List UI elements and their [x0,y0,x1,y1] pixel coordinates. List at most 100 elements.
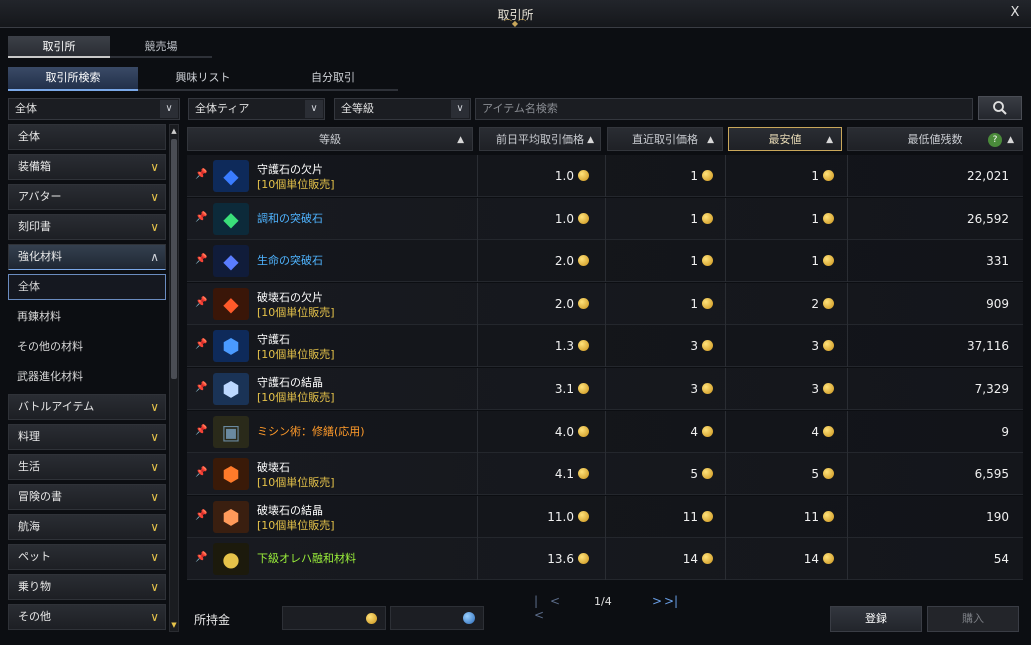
buy-button[interactable]: 購入 [927,606,1019,632]
sidebar-item[interactable]: その他 ∨ [8,604,166,630]
lowest-price-cell: 2 [725,282,844,325]
item-search-input[interactable]: アイテム名検索 [475,98,973,120]
avg-price: 1.3 [554,339,574,354]
header-recent-price[interactable]: 直近取引価格 ▲ [607,127,723,151]
item-icon-glyph: ◆ [223,249,239,274]
pin-icon[interactable]: 📌 [195,382,207,393]
item-icon-glyph: ▣ [221,419,241,444]
pin-icon[interactable]: 📌 [195,297,207,308]
avg-price-cell: 13.6 [477,538,599,581]
sidebar-item[interactable]: 乗り物 ∨ [8,574,166,600]
recent-price-cell: 1 [605,197,723,240]
sidebar-item[interactable]: 全体 [8,124,166,150]
gold-coin-icon [823,170,834,181]
tier-dropdown[interactable]: 全体ティア ∨ [188,98,325,120]
recent-price-cell: 14 [605,538,723,581]
lowest-price-cell: 1 [725,197,844,240]
gold-balance [282,606,386,630]
sidebar-item[interactable]: バトルアイテム ∨ [8,394,166,420]
item-name: 下級オレハ融和材料 [257,551,356,566]
item-name-label: 下級オレハ融和材料 [257,552,356,566]
sidebar-item[interactable]: 生活 ∨ [8,454,166,480]
sidebar-item[interactable]: 強化材料 ∧ [8,244,166,270]
item-name: 破壊石 [10個単位販売] [257,460,335,490]
scroll-up-icon[interactable]: ▲ [170,126,178,136]
sidebar-item[interactable]: アバター ∨ [8,184,166,210]
header-avg-price[interactable]: 前日平均取引価格 ▲ [479,127,601,151]
lowest-stock: 6,595 [974,467,1009,482]
pin-icon[interactable]: 📌 [195,552,207,563]
gold-coin-icon [823,297,834,309]
lowest-price-cell: 4 [725,410,844,453]
item-icon-glyph: ◆ [223,164,239,188]
close-button[interactable]: X [1007,5,1023,21]
header-lowest-price[interactable]: 最安値 ▲ [728,127,842,151]
sidebar-subitem[interactable]: 再錬材料 [8,304,166,330]
avg-price: 2.0 [554,296,574,311]
bundle-label: [10個単位販売] [257,518,335,532]
table-row[interactable]: 📌 ⬢ 守護石 [10個単位販売] 1.3 3 3 37,116 [187,325,1023,368]
item-name-label: 破壊石の欠片 [257,290,323,304]
header-stock[interactable]: 最低値残数 ? ▲ [847,127,1023,151]
scroll-down-icon[interactable]: ▼ [170,620,178,630]
item-name: 破壊石の欠片 [10個単位販売] [257,290,335,320]
chevron-down-icon: ∨ [150,430,159,444]
category-dropdown-value: 全体 [15,102,37,115]
item-icon-glyph: ⬢ [222,504,240,529]
table-row[interactable]: 📌 ◆ 調和の突破石 1.0 1 1 26,592 [187,197,1023,240]
item-icon-glyph: ⬢ [222,462,240,487]
table-row[interactable]: 📌 ⬢ 守護石の結晶 [10個単位販売] 3.1 3 3 7,329 [187,368,1023,410]
lowest-price-cell: 3 [725,368,844,410]
help-icon[interactable]: ? [988,133,1002,147]
tab-exchange[interactable]: 取引所 [8,36,110,58]
gold-coin-icon [823,468,834,480]
table-row[interactable]: 📌 ⬢ 破壊石 [10個単位販売] 4.1 5 5 6,595 [187,453,1023,496]
sidebar-item[interactable]: ペット ∨ [8,544,166,570]
sidebar-subitem[interactable]: 武器進化材料 [8,364,166,390]
table-row[interactable]: 📌 ⬢ 破壊石の結晶 [10個単位販売] 11.0 11 11 190 [187,495,1023,538]
sidebar-item[interactable]: 料理 ∨ [8,424,166,450]
pin-icon[interactable]: 📌 [195,212,207,223]
tier-dropdown-value: 全体ティア [195,102,250,115]
sidebar-scrollbar[interactable]: ▲ ▼ [169,124,179,632]
pin-icon[interactable]: 📌 [195,339,207,350]
register-button[interactable]: 登録 [830,606,922,632]
next-page-button[interactable]: > [652,594,662,608]
sidebar-item[interactable]: 航海 ∨ [8,514,166,540]
sidebar-subitem[interactable]: 全体 [8,274,166,300]
pin-icon[interactable]: 📌 [195,510,207,521]
lowest-price: 11 [803,509,819,524]
table-row[interactable]: 📌 ▣ ミシン術：修繕(応用) 4.0 4 4 9 [187,410,1023,453]
gold-coin-icon [578,297,589,309]
category-dropdown[interactable]: 全体 ∨ [8,98,180,120]
tab-exchange-search[interactable]: 取引所検索 [8,67,138,91]
avg-price-cell: 3.1 [477,368,599,410]
last-page-button[interactable]: >| [664,594,678,608]
recent-price-cell: 4 [605,410,723,453]
prev-page-button[interactable]: < [550,594,560,608]
sidebar-item-label: 料理 [18,430,40,443]
header-grade[interactable]: 等級 ▲ [187,127,473,151]
pin-icon[interactable]: 📌 [195,254,207,265]
sidebar-item[interactable]: 刻印書 ∨ [8,214,166,240]
sidebar-item[interactable]: 冒険の書 ∨ [8,484,166,510]
search-button[interactable] [978,96,1022,120]
table-row[interactable]: 📌 ◆ 生命の突破石 2.0 1 1 331 [187,240,1023,283]
table-row[interactable]: 📌 ● 下級オレハ融和材料 13.6 14 14 54 [187,538,1023,581]
first-page-button[interactable]: |< [534,594,544,622]
pin-icon[interactable]: 📌 [195,169,207,180]
tab-auction[interactable]: 競売場 [110,36,212,58]
tab-interest-list[interactable]: 興味リスト [138,67,268,91]
pin-icon[interactable]: 📌 [195,467,207,478]
gold-coin-icon [823,425,834,437]
tab-my-trades[interactable]: 自分取引 [268,67,398,91]
table-row[interactable]: 📌 ◆ 守護石の欠片 [10個単位販売] 1.0 1 1 22,021 [187,155,1023,197]
item-name: 生命の突破石 [257,253,323,268]
sidebar-subitem[interactable]: その他の材料 [8,334,166,360]
grade-dropdown[interactable]: 全等級 ∨ [334,98,471,120]
item-icon: ◆ [213,287,249,320]
sidebar-item[interactable]: 装備箱 ∨ [8,154,166,180]
table-row[interactable]: 📌 ◆ 破壊石の欠片 [10個単位販売] 2.0 1 2 909 [187,282,1023,325]
pin-icon[interactable]: 📌 [195,425,207,436]
scroll-thumb[interactable] [171,139,177,379]
